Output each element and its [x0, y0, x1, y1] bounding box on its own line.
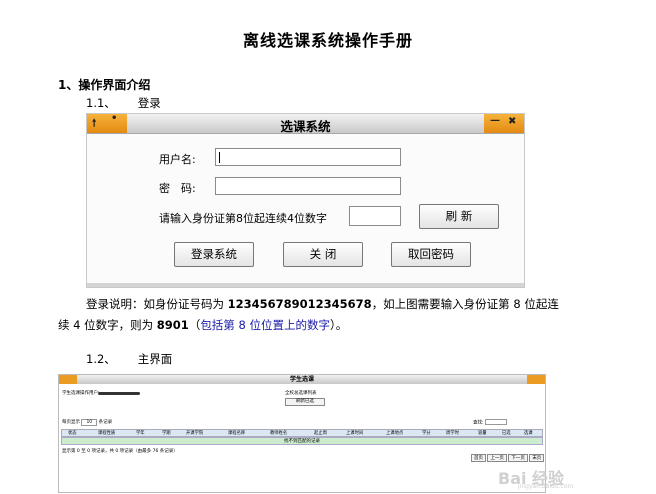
- last-page-button[interactable]: 末页: [529, 454, 545, 462]
- subsection-number: 1.1、: [86, 96, 116, 110]
- column-header[interactable]: 课程性质: [98, 430, 115, 437]
- column-header[interactable]: 教师姓名: [270, 430, 287, 437]
- student-label: 学生选课操作用户:: [62, 391, 100, 396]
- login-titlebar: 🠕 • 选课系统 — ✖: [87, 113, 524, 134]
- per-page-select[interactable]: 10: [81, 419, 98, 426]
- username-label: 用户名:: [159, 153, 196, 166]
- text-caret: [219, 152, 220, 163]
- refresh-selected-button[interactable]: 刷新已选: [285, 398, 325, 406]
- first-page-button[interactable]: 首页: [471, 454, 486, 462]
- window-bottom-border: [87, 283, 524, 287]
- main-window: 学生选课 学生选课操作用户: 全校总选课列表 刷新已选 每页显示 10 条记录 …: [58, 374, 546, 493]
- username-input[interactable]: [215, 148, 401, 166]
- search-label: 查找:: [473, 420, 484, 426]
- watermark-url: jingyan.baidu.com: [518, 483, 574, 490]
- explanation-line-2: 续 4 位数字，则为 8901（包括第 8 位位置上的数字）。: [58, 315, 618, 336]
- close-icon[interactable]: ✖: [508, 116, 516, 127]
- subsection-title: 登录: [137, 96, 161, 110]
- login-window: 🠕 • 选课系统 — ✖ 用户名: 密 码: 请输入身份证第8位起连续4位数字 …: [86, 113, 525, 288]
- main-window-title: 学生选课: [289, 376, 314, 383]
- column-header[interactable]: 上课时间: [346, 430, 363, 437]
- column-header[interactable]: 选课: [524, 430, 533, 437]
- column-header[interactable]: 容量: [478, 430, 487, 437]
- explanation-line-1: 登录说明：如身份证号码为 123456789012345678，如上图需要输入身…: [58, 294, 618, 315]
- per-page-control: 每页显示 10 条记录: [62, 419, 113, 426]
- subsection-heading-main: 1.2、 主界面: [86, 351, 172, 367]
- login-button[interactable]: 登录系统: [174, 242, 254, 267]
- column-header[interactable]: 状态: [68, 430, 77, 437]
- table-footer-info: 显示第 0 至 0 项记录，共 0 项记录（由最多 76 条记录）: [62, 449, 178, 454]
- redacted-username: [98, 392, 140, 395]
- subsection-title: 主界面: [137, 352, 173, 366]
- explanation-text: 登录说明：如身份证号码为: [86, 297, 228, 311]
- column-header[interactable]: 已选: [502, 430, 511, 437]
- search-input[interactable]: [484, 419, 507, 425]
- subsection-number: 1.2、: [86, 352, 116, 366]
- subsection-heading-login: 1.1、 登录: [86, 95, 161, 111]
- refresh-button[interactable]: 刷 新: [419, 204, 499, 229]
- main-titlebar: 学生选课: [59, 375, 545, 384]
- column-header[interactable]: 周学时: [446, 430, 459, 437]
- password-label: 密 码:: [159, 182, 196, 195]
- document-title: 离线选课系统操作手册: [242, 31, 413, 50]
- per-page-unit: 条记录: [98, 420, 113, 425]
- answer-example: 8901: [156, 318, 189, 332]
- next-page-button[interactable]: 下一页: [508, 454, 528, 462]
- column-header[interactable]: 学年: [136, 430, 145, 437]
- column-header[interactable]: 开课学院: [186, 430, 203, 437]
- column-header[interactable]: 上课地点: [386, 430, 403, 437]
- course-table-header: 状态 课程性质 学年 学期 开课学院 课程名称 教师姓名 起止周 上课时间 上课…: [61, 429, 543, 437]
- section-heading: 1、操作界面介绍: [58, 78, 151, 92]
- password-input[interactable]: [215, 177, 401, 195]
- prev-page-button[interactable]: 上一页: [487, 454, 507, 462]
- explanation-text: ）。: [329, 318, 348, 332]
- captcha-label: 请输入身份证第8位起连续4位数字: [159, 212, 327, 225]
- login-window-title: 选课系统: [280, 119, 331, 134]
- explanation-text: （: [188, 318, 201, 332]
- login-explanation: 登录说明：如身份证号码为 123456789012345678，如上图需要输入身…: [58, 294, 618, 336]
- minimize-icon[interactable]: —: [490, 115, 500, 126]
- column-header[interactable]: 起止周: [314, 430, 327, 437]
- per-page-label: 每页显示: [62, 420, 80, 425]
- course-list-title: 全校总选课列表: [285, 391, 317, 396]
- close-button[interactable]: 关 闭: [283, 242, 363, 267]
- empty-table-row: 找不到匹配的记录: [61, 437, 543, 445]
- id-number-example: 123456789012345678: [227, 297, 372, 311]
- explanation-text: ，如上图需要输入身份证第 8 位起连: [371, 297, 559, 311]
- recover-password-button[interactable]: 取回密码: [391, 242, 471, 267]
- pagination: 首页 上一页 下一页 末页: [471, 454, 545, 462]
- captcha-input[interactable]: [349, 206, 401, 226]
- titlebar-right-cap: — ✖: [484, 114, 524, 133]
- explanation-note: 包括第 8 位位置上的数字: [200, 318, 330, 332]
- search-area: 查找:: [473, 419, 507, 426]
- column-header[interactable]: 学期: [162, 430, 171, 437]
- explanation-text: 续 4 位数字，则为: [58, 318, 157, 332]
- column-header[interactable]: 学分: [422, 430, 431, 437]
- titlebar-right-cap: [527, 375, 545, 384]
- column-header[interactable]: 课程名称: [228, 430, 245, 437]
